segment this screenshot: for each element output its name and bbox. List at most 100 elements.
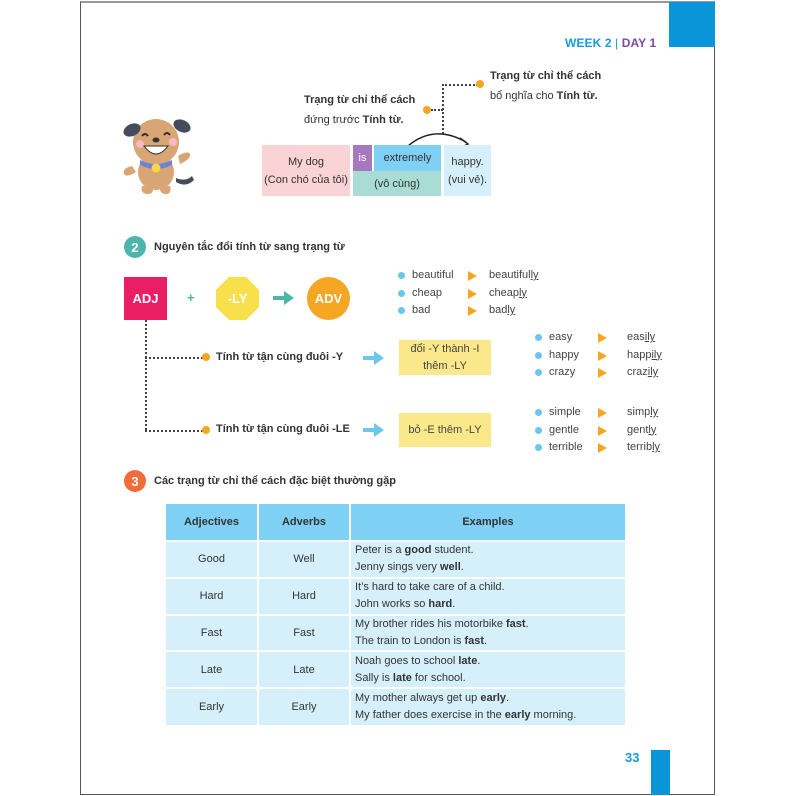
triangle-arrow-icon: [598, 408, 607, 418]
ly-suffix-octagon: -LY: [216, 277, 259, 320]
rule-action-line: thêm -LY: [423, 359, 467, 372]
adjective-word: gentle: [549, 423, 579, 436]
arrow-right-icon: [363, 351, 384, 365]
adjective-cell: Hard: [166, 576, 258, 615]
bullet-icon: [535, 351, 542, 359]
page-number-tab: [651, 750, 670, 795]
week-label: WEEK 2: [565, 36, 612, 50]
sentence-fragment: .: [484, 634, 488, 647]
plus-sign: +: [187, 290, 195, 305]
sentence-fragment: My mother always get up: [355, 692, 481, 705]
highlight-word: good: [404, 544, 432, 557]
note-adverb-before-adjective: Trạng từ chỉ thể cách đứng trước Tính từ…: [304, 90, 415, 130]
highlight-word: fast: [464, 634, 485, 647]
adjective-word: easy: [549, 331, 573, 343]
table-row: Late Late Noah goes to school late. Sally i…: [166, 650, 625, 689]
example-sentence: My brother rides his motorbike fast.: [355, 616, 625, 633]
adverb-word: terribly: [627, 439, 660, 457]
suffix: ly: [507, 304, 516, 316]
adj-box: ADJ: [124, 277, 167, 320]
bullet-icon: [535, 334, 542, 341]
suffix: ily: [647, 366, 659, 378]
bullet-icon: [398, 289, 405, 297]
sentence-fragment: Jenny sings very: [355, 561, 440, 574]
bullet-icon: [535, 444, 542, 451]
sentence-fragment: The train to London is: [355, 634, 465, 647]
sentence-fragment: My brother rides his motorbike: [355, 617, 506, 630]
table-row: Good Well Peter is a good student. Jenny si…: [166, 540, 625, 578]
triangle-arrow-icon: [468, 306, 477, 316]
stem: simp: [627, 406, 651, 418]
adjective-cell: Good: [166, 540, 258, 578]
sentence-fragment: .: [525, 617, 529, 630]
page-header: WEEK 2 | DAY 1: [565, 36, 656, 50]
table-row: Hard Hard It’s hard to take care of a chil…: [166, 576, 625, 615]
rule-label-y: Tính từ tận cùng đuôi -Y: [216, 351, 344, 363]
example-sentence: Jenny sings very well.: [355, 559, 625, 576]
connector-line: [442, 84, 478, 86]
example-row: happy happily: [535, 347, 675, 365]
triangle-arrow-icon: [468, 271, 477, 281]
example-sentence: My mother always get up early.: [355, 690, 625, 707]
rule-dot: [202, 426, 210, 434]
rule-action-le: bỏ -E thêm -LY: [399, 413, 491, 447]
special-adverbs-table: Adjectives Adverbs Examples Good Well Pete…: [166, 504, 625, 725]
highlight-word: late: [458, 654, 478, 667]
example-row: simple simply: [535, 404, 675, 422]
example-row: bad badly: [398, 302, 558, 320]
adverb-cell: Fast: [257, 613, 350, 652]
example-list-general: beautiful beautifully cheap cheaply bad …: [398, 267, 558, 320]
note-adverb-modifies-adjective: Trạng từ chỉ thể cách bổ nghĩa cho Tính …: [490, 66, 601, 106]
highlight-word: hard: [428, 598, 453, 611]
adverb-word: easily: [627, 329, 655, 347]
sentence-fragment: .: [460, 561, 464, 574]
adjective-cell: Early: [166, 687, 258, 725]
dog-icon: [123, 119, 194, 194]
rule-label-le: Tính từ tận cùng đuôi -LE: [216, 423, 350, 435]
suffix: ly: [650, 406, 659, 418]
bullet-icon: [398, 272, 405, 279]
triangle-arrow-icon: [468, 288, 477, 299]
note-right-line2-prefix: bổ nghĩa cho: [490, 90, 557, 102]
corner-tab-decoration: [669, 2, 715, 47]
day-label: DAY 1: [621, 36, 657, 50]
suffix: ly: [518, 286, 527, 299]
suffix: ly: [530, 269, 539, 281]
adjective-cell: Fast: [166, 613, 258, 652]
note-left-line2-prefix: đứng trước: [304, 114, 363, 126]
examples-cell: Peter is a good student. Jenny sings very…: [349, 540, 625, 578]
tree-connector: [145, 320, 147, 430]
sentence-fragment: John works so: [355, 598, 429, 611]
stem: eas: [627, 331, 645, 343]
stem: cheap: [489, 286, 519, 299]
examples-cell: It’s hard to take care of a child. John w…: [349, 576, 625, 615]
stem: craz: [627, 366, 648, 378]
example-sentence: The train to London is fast.: [355, 633, 625, 650]
stem: happ: [627, 348, 652, 361]
example-sentence: Noah goes to school late.: [355, 653, 625, 670]
sentence-fragment: for school.: [411, 671, 466, 684]
adverb-word: gently: [627, 422, 656, 440]
adjective-text: happy.: [451, 155, 484, 168]
sentence-adverb-translation: (vô cùng): [353, 171, 441, 196]
highlight-word: late: [392, 671, 412, 684]
section-number-badge: 3: [124, 470, 146, 492]
sentence-adverb: extremely: [374, 145, 441, 171]
example-row: gentle gently: [535, 422, 675, 440]
example-row: cheap cheaply: [398, 285, 558, 303]
examples-cell: My brother rides his motorbike fast. The …: [349, 613, 625, 652]
adjective-word: beautiful: [412, 269, 454, 281]
bullet-icon: [535, 409, 542, 416]
connector-line: [442, 84, 444, 134]
adverb-word: crazily: [627, 364, 658, 382]
suffix: ily: [651, 348, 662, 361]
stem: bad: [489, 304, 508, 316]
adverb-word: simply: [627, 404, 658, 422]
tree-connector: [145, 357, 203, 359]
note-right-dot: [476, 80, 484, 88]
adverb-word: cheaply: [489, 285, 527, 303]
note-left-dot: [423, 106, 431, 114]
triangle-arrow-icon: [598, 368, 607, 378]
table-header-row: Adjectives Adverbs Examples: [166, 504, 625, 541]
triangle-arrow-icon: [598, 425, 607, 436]
